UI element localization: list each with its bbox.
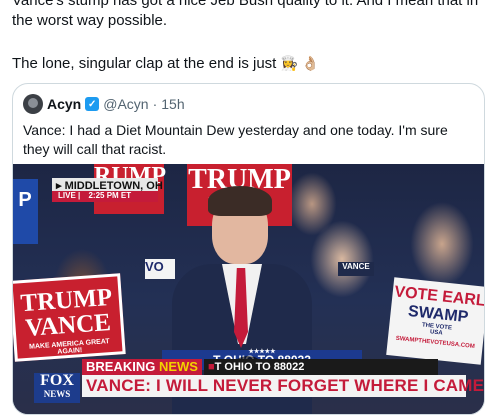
quoted-author-name[interactable]: Acyn	[47, 96, 81, 112]
ticker: ■T OHIO TO 88022	[204, 359, 438, 375]
tweet-line-1: Vance's stump has got a nice Jeb Bush qu…	[12, 0, 479, 9]
avatar[interactable]	[23, 94, 43, 114]
live-badge: LIVE | 2:25 PM ET	[52, 191, 158, 202]
sign-vo: VO	[145, 259, 175, 279]
sign-vote-earl: VOTE EARL SWAMP THE VOTE USA SWAMPTHEVOT…	[386, 277, 484, 365]
emoji-chef-ok: 👩‍🍳 👌🏼	[280, 55, 320, 71]
separator-dot: ·	[152, 96, 158, 112]
speaker-hair	[208, 186, 272, 216]
quoted-tweet-text: Vance: I had a Diet Mountain Dew yesterd…	[23, 122, 448, 157]
location-bug: ▸ MIDDLETOWN, OH LIVE | 2:25 PM ET	[52, 178, 163, 202]
verified-badge-icon: ✓	[85, 97, 100, 111]
quoted-tweet-header: Acyn ✓ @Acyn · 15h	[23, 94, 185, 114]
sign-blue-partial: P	[13, 179, 38, 244]
tweet-line-2: the worst way possible.	[12, 12, 168, 29]
tweet-line-3-text: The lone, singular clap at the end is ju…	[12, 55, 277, 72]
quoted-tweet-card[interactable]: Acyn ✓ @Acyn · 15h Vance: I had a Diet M…	[12, 83, 485, 415]
quoted-author-handle[interactable]: @Acyn	[103, 96, 148, 112]
quoted-timestamp[interactable]: 15h	[161, 96, 184, 112]
sign-vance-small: VANCE	[338, 262, 374, 276]
breaking-news-label: BREAKING NEWS	[82, 359, 202, 375]
sign-trump-vance-large: TRUMP VANCE MAKE AMERICA GREAT AGAIN!	[13, 273, 126, 362]
video-thumbnail[interactable]: RUMP TRUMP VANCE P VO VANCE TRUMP VANCE …	[13, 164, 484, 414]
fox-news-logo: FOX NEWS	[34, 373, 80, 403]
tweet-line-3: The lone, singular clap at the end is ju…	[12, 53, 319, 74]
chyron-headline: VANCE: I WILL NEVER FORGET WHERE I CAME …	[82, 375, 484, 397]
lower-third: BREAKING NEWS ■T OHIO TO 88022 FOX NEWS …	[34, 359, 484, 414]
